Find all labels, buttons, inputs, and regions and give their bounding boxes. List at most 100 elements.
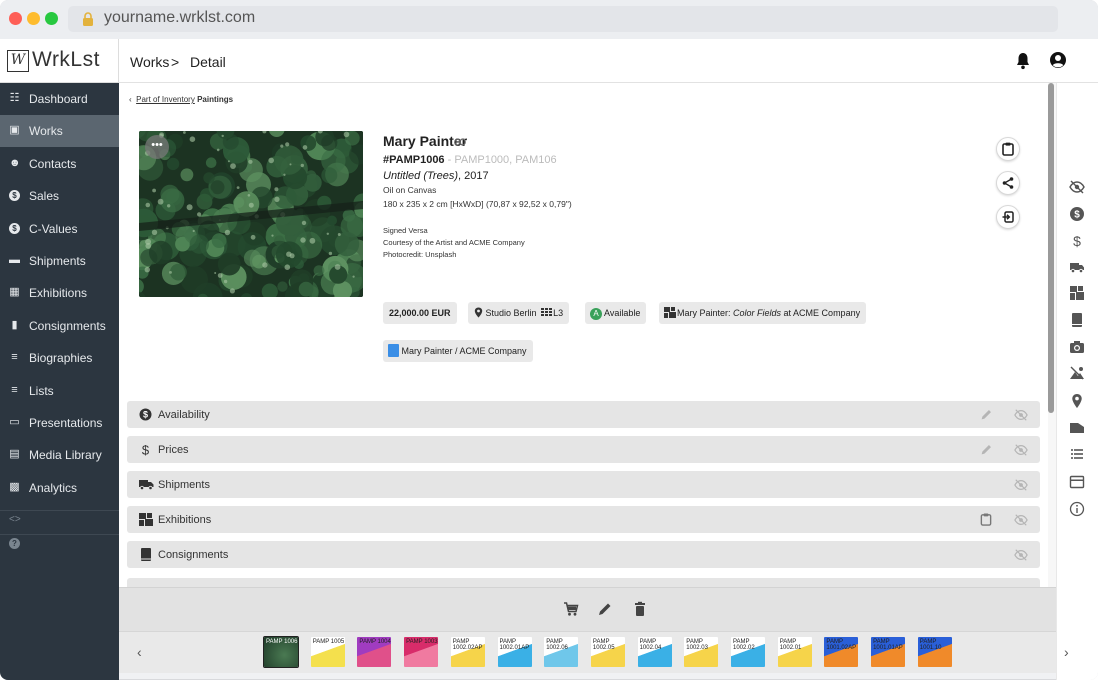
breadcrumb-separator: >	[171, 54, 180, 70]
clipboard-icon[interactable]	[979, 513, 993, 527]
back-to-inventory-link[interactable]: ‹ Part of Inventory Paintings	[129, 95, 233, 104]
eye-slash-icon[interactable]	[1069, 179, 1085, 195]
sidebar-item-biographies[interactable]: ≡ Biographies	[0, 342, 119, 374]
work-thumbnail[interactable]: PAMP 1002.02	[731, 637, 765, 667]
share-button[interactable]	[996, 171, 1020, 195]
section-exhibitions[interactable]: Exhibitions	[127, 506, 1040, 533]
sidebar-item-sales[interactable]: $ Sales	[0, 180, 119, 212]
sidebar-item-exhibitions[interactable]: ▦ Exhibitions	[0, 277, 119, 309]
link-icon[interactable]	[454, 138, 466, 146]
work-thumbnail[interactable]: PAMP 1002.03	[684, 637, 719, 667]
minimize-window-button[interactable]	[27, 12, 40, 25]
truck-icon[interactable]	[1069, 259, 1085, 275]
work-thumbnail[interactable]: PAMP 1001.02AP	[824, 637, 859, 667]
close-window-button[interactable]	[9, 12, 22, 25]
pencil-icon[interactable]	[979, 408, 993, 422]
camera-icon[interactable]	[1069, 339, 1085, 355]
logo-mark: W	[7, 50, 29, 72]
eye-slash-icon[interactable]	[1014, 478, 1028, 492]
section-availability[interactable]: $ Availability	[127, 401, 1040, 428]
sidebar-item-shipments[interactable]: ▬ Shipments	[0, 245, 119, 277]
sidebar-divider	[0, 510, 119, 512]
work-thumbnail[interactable]: PAMP 1006	[263, 636, 299, 668]
dollar-circle-icon[interactable]: $	[1069, 206, 1085, 222]
sidebar-item-consignments[interactable]: ▮ Consignments	[0, 310, 119, 342]
logo[interactable]: W WrkLst	[0, 39, 119, 83]
info-icon[interactable]	[1069, 501, 1085, 517]
copy-button[interactable]	[996, 137, 1020, 161]
section-shipments[interactable]: Shipments	[127, 471, 1040, 498]
section-prices[interactable]: $ Prices	[127, 436, 1040, 463]
sidebar-item-label: Analytics	[29, 480, 78, 495]
price-tag[interactable]: 22,000.00 EUR	[383, 302, 457, 324]
work-thumbnail[interactable]: PAMP 1003	[404, 637, 439, 667]
sidebar-item-presentations[interactable]: ▭ Presentations	[0, 407, 119, 439]
map-pin-icon[interactable]	[1069, 393, 1085, 409]
work-thumbnail[interactable]: PAMP 1001.01AP	[871, 637, 906, 667]
work-thumbnail[interactable]: PAMP 1002.04	[637, 637, 672, 667]
sidebar-item-label: Sales	[29, 189, 60, 204]
chevron-right-icon[interactable]: ›	[1064, 644, 1069, 660]
breadcrumb-works-link[interactable]: Works	[130, 54, 169, 70]
price-value: 22,000.00 EUR	[389, 308, 451, 318]
user-account-icon[interactable]	[1049, 51, 1067, 69]
dollar-icon: $	[139, 443, 152, 458]
sidebar-item-label: Shipments	[29, 254, 86, 268]
location-tag[interactable]: Studio Berlin L3	[468, 302, 570, 324]
work-thumbnail[interactable]: PAMP 1002.01	[777, 637, 812, 667]
work-title: Untitled (Trees), 2017	[383, 170, 489, 182]
trash-icon[interactable]	[632, 601, 648, 617]
artwork-image[interactable]: •••	[139, 131, 363, 297]
eye-slash-icon[interactable]	[1014, 408, 1028, 422]
work-thumbnail[interactable]: PAMP 1002.06	[544, 637, 579, 667]
sidebar-item-media-library[interactable]: ▤ Media Library	[0, 439, 119, 471]
scrollbar-thumb[interactable]	[1048, 83, 1054, 413]
exhibition-tag[interactable]: Mary Painter: Color Fields at ACME Compa…	[659, 302, 867, 324]
pencil-icon[interactable]	[597, 601, 613, 617]
presentation-icon[interactable]	[1069, 474, 1085, 490]
image-menu-button[interactable]: •••	[145, 135, 169, 159]
pencil-icon[interactable]	[979, 443, 993, 457]
dollar-icon[interactable]: $	[1069, 233, 1085, 249]
exhibition-icon: ▦	[9, 286, 20, 299]
section-label: Exhibitions	[158, 514, 212, 526]
url-text[interactable]: yourname.wrklst.com	[104, 9, 255, 27]
help-icon[interactable]: ?	[9, 538, 20, 550]
chevron-left-icon[interactable]: ‹	[137, 644, 142, 660]
maximize-window-button[interactable]	[45, 12, 58, 25]
book-icon[interactable]	[1069, 312, 1085, 328]
sidebar-item-c-values[interactable]: $ C-Values	[0, 213, 119, 245]
work-thumbnail[interactable]: PAMP 1005	[310, 637, 345, 667]
collapse-sidebar-button[interactable]: <>	[9, 514, 21, 525]
sidebar-item-dashboard[interactable]: ☷ Dashboard	[0, 83, 119, 115]
sidebar-item-works[interactable]: ▣ Works	[0, 115, 119, 148]
sidebar-item-label: Dashboard	[29, 92, 88, 106]
folder-tag-icon[interactable]	[1069, 420, 1085, 436]
availability-tag[interactable]: A Available	[585, 302, 647, 324]
exhibition-icon[interactable]	[1069, 285, 1085, 301]
consignment-tag[interactable]: Mary Painter / ACME Company	[383, 340, 533, 362]
sidebar-item-contacts[interactable]: ☻ Contacts	[0, 148, 119, 180]
bell-icon[interactable]	[1015, 52, 1031, 70]
sidebar-item-label: Biographies	[29, 351, 93, 366]
work-thumbnail[interactable]: PAMP 1002.05	[590, 637, 625, 667]
sidebar-item-analytics[interactable]: ▩ Analytics	[0, 472, 119, 504]
eye-slash-icon[interactable]	[1014, 443, 1028, 457]
cart-icon[interactable]	[563, 601, 579, 617]
open-button[interactable]	[996, 205, 1020, 229]
sidebar-item-lists[interactable]: ≡ Lists	[0, 375, 119, 407]
eye-slash-icon[interactable]	[1014, 548, 1028, 562]
work-year: , 2017	[457, 170, 489, 182]
eye-slash-icon[interactable]	[1014, 513, 1028, 527]
work-thumbnail[interactable]: PAMP 1004	[357, 637, 392, 667]
availability-badge: A	[590, 308, 602, 320]
list-icon[interactable]	[1069, 446, 1085, 462]
presentation-icon: ▭	[9, 416, 20, 428]
section-consignments[interactable]: Consignments	[127, 541, 1040, 568]
section-label: Consignments	[158, 549, 229, 561]
work-thumbnail[interactable]: PAMP 1002.02AP	[450, 637, 485, 667]
dollar-circle-icon: $	[9, 190, 20, 202]
work-thumbnail[interactable]: PAMP 1001.10	[917, 637, 952, 667]
no-image-icon[interactable]	[1069, 365, 1085, 381]
work-thumbnail[interactable]: PAMP 1002.01AP	[497, 637, 532, 667]
